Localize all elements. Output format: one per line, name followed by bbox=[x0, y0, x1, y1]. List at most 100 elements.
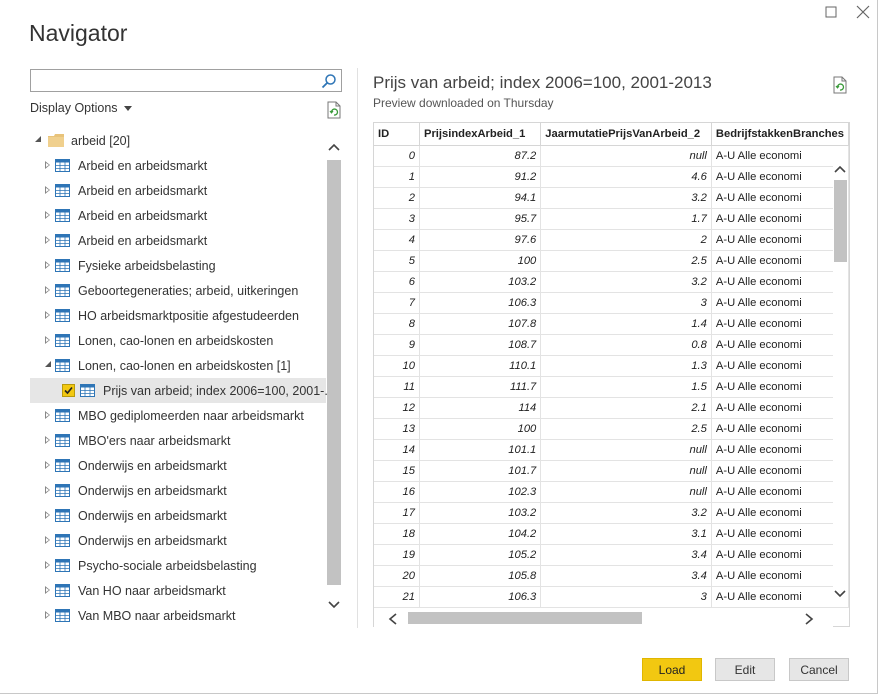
table-cell: 105.2 bbox=[419, 544, 542, 566]
table-vertical-scrollbar[interactable] bbox=[833, 156, 848, 606]
display-options-dropdown[interactable]: Display Options bbox=[30, 101, 132, 115]
expand-icon[interactable] bbox=[45, 436, 50, 444]
table-cell: 3.2 bbox=[540, 271, 712, 293]
table-icon bbox=[55, 459, 70, 472]
table-cell: 2.5 bbox=[540, 250, 712, 272]
expand-icon[interactable] bbox=[45, 261, 50, 269]
tree-item[interactable]: Onderwijs en arbeidsmarkt bbox=[30, 478, 326, 503]
maximize-icon[interactable] bbox=[825, 5, 839, 19]
chevron-up-icon[interactable] bbox=[834, 160, 846, 178]
expand-icon[interactable] bbox=[45, 161, 50, 169]
expand-icon[interactable] bbox=[45, 311, 50, 319]
tree-item[interactable]: MBO'ers naar arbeidsmarkt bbox=[30, 428, 326, 453]
tree-item[interactable]: HO arbeidsmarktpositie afgestudeerden bbox=[30, 303, 326, 328]
tree-item-label: Arbeid en arbeidsmarkt bbox=[78, 183, 208, 198]
tree-root-arbeid[interactable]: arbeid [20] bbox=[30, 128, 326, 153]
table-row: 3 95.7 1.7 A-U Alle economi bbox=[374, 208, 849, 230]
table-cell: 103.2 bbox=[419, 271, 542, 293]
edit-button[interactable]: Edit bbox=[715, 658, 775, 681]
column-header[interactable]: PrijsindexArbeid_1 bbox=[419, 123, 542, 146]
table-cell: 3 bbox=[540, 586, 712, 608]
table-cell: A-U Alle economi bbox=[711, 334, 849, 356]
expand-icon[interactable] bbox=[45, 561, 50, 569]
tree-item[interactable]: Geboortegeneraties; arbeid, uitkeringen bbox=[30, 278, 326, 303]
tree-item[interactable]: Onderwijs en arbeidsmarkt bbox=[30, 453, 326, 478]
expand-icon[interactable] bbox=[45, 461, 50, 469]
checkbox-checked[interactable] bbox=[62, 384, 75, 397]
expand-icon[interactable] bbox=[45, 186, 50, 194]
collapse-icon[interactable] bbox=[45, 361, 51, 367]
expand-icon[interactable] bbox=[45, 286, 50, 294]
table-cell: 14 bbox=[374, 439, 420, 461]
column-header[interactable]: JaarmutatiePrijsVanArbeid_2 bbox=[540, 123, 712, 146]
refresh-icon[interactable] bbox=[326, 101, 342, 119]
tree-item[interactable]: Arbeid en arbeidsmarkt bbox=[30, 228, 326, 253]
column-header[interactable]: BedrijfstakkenBranches bbox=[711, 123, 849, 146]
dialog-title: Navigator bbox=[29, 20, 128, 46]
chevron-down-icon[interactable] bbox=[834, 585, 846, 603]
expand-icon[interactable] bbox=[45, 236, 50, 244]
expand-icon[interactable] bbox=[45, 611, 50, 619]
tree-item-label: Onderwijs en arbeidsmarkt bbox=[78, 533, 227, 548]
tree-item[interactable]: Onderwijs en arbeidsmarkt bbox=[30, 503, 326, 528]
table-cell: A-U Alle economi bbox=[711, 502, 849, 524]
table-row: 14 101.1 null A-U Alle economi bbox=[374, 439, 849, 461]
tree-item[interactable]: MBO gediplomeerden naar arbeidsmarkt bbox=[30, 403, 326, 428]
close-icon[interactable] bbox=[856, 5, 870, 19]
expand-icon[interactable] bbox=[45, 536, 50, 544]
tree-item[interactable]: Arbeid en arbeidsmarkt bbox=[30, 178, 326, 203]
expand-icon[interactable] bbox=[45, 486, 50, 494]
tree-item[interactable]: Lonen, cao-lonen en arbeidskosten [1] bbox=[30, 353, 326, 378]
load-button[interactable]: Load bbox=[642, 658, 702, 681]
table-cell: A-U Alle economi bbox=[711, 397, 849, 419]
table-cell: A-U Alle economi bbox=[711, 271, 849, 293]
expand-icon[interactable] bbox=[45, 336, 50, 344]
table-scroll-thumb[interactable] bbox=[834, 180, 847, 262]
table-cell: 7 bbox=[374, 292, 420, 314]
table-icon bbox=[55, 359, 70, 372]
table-cell: 15 bbox=[374, 460, 420, 482]
tree-item[interactable]: Van HO naar arbeidsmarkt bbox=[30, 578, 326, 603]
tree-scroll-thumb[interactable] bbox=[327, 160, 341, 585]
tree-item[interactable]: Arbeid en arbeidsmarkt bbox=[30, 153, 326, 178]
table-cell: 0 bbox=[374, 145, 420, 167]
tree-item-selected[interactable]: Prijs van arbeid; index 2006=100, 2001-.… bbox=[30, 378, 335, 403]
table-row: 8 107.8 1.4 A-U Alle economi bbox=[374, 313, 849, 335]
tree-item[interactable]: Van MBO naar arbeidsmarkt bbox=[30, 603, 326, 626]
search-input[interactable] bbox=[31, 70, 316, 91]
table-horizontal-scrollbar[interactable] bbox=[374, 609, 833, 627]
chevron-up-icon[interactable] bbox=[327, 140, 341, 154]
table-icon bbox=[55, 584, 70, 597]
search-icon[interactable] bbox=[321, 73, 337, 89]
chevron-left-icon[interactable] bbox=[388, 612, 400, 625]
chevron-down-icon[interactable] bbox=[327, 598, 341, 612]
data-table: ID PrijsindexArbeid_1 JaarmutatiePrijsVa… bbox=[374, 123, 849, 608]
expand-icon[interactable] bbox=[45, 211, 50, 219]
table-cell: 94.1 bbox=[419, 187, 542, 209]
table-icon bbox=[55, 209, 70, 222]
tree-scrollbar[interactable] bbox=[327, 132, 341, 626]
table-cell: 0.8 bbox=[540, 334, 712, 356]
table-icon bbox=[55, 284, 70, 297]
expand-icon[interactable] bbox=[35, 136, 41, 142]
table-cell: 1 bbox=[374, 166, 420, 188]
tree-item-label: Prijs van arbeid; index 2006=100, 2001-.… bbox=[103, 383, 335, 398]
expand-icon[interactable] bbox=[45, 511, 50, 519]
table-cell: 2 bbox=[374, 187, 420, 209]
table-cell: 4.6 bbox=[540, 166, 712, 188]
tree-item[interactable]: Psycho-sociale arbeidsbelasting bbox=[30, 553, 326, 578]
tree-item[interactable]: Fysieke arbeidsbelasting bbox=[30, 253, 326, 278]
chevron-right-icon[interactable] bbox=[804, 612, 816, 625]
expand-icon[interactable] bbox=[45, 411, 50, 419]
tree-item[interactable]: Arbeid en arbeidsmarkt bbox=[30, 203, 326, 228]
expand-icon[interactable] bbox=[45, 586, 50, 594]
table-h-scroll-thumb[interactable] bbox=[408, 612, 642, 624]
refresh-preview-icon[interactable] bbox=[832, 76, 848, 94]
table-icon bbox=[55, 434, 70, 447]
tree-item[interactable]: Onderwijs en arbeidsmarkt bbox=[30, 528, 326, 553]
tree-item[interactable]: Lonen, cao-lonen en arbeidskosten bbox=[30, 328, 326, 353]
column-header[interactable]: ID bbox=[374, 123, 420, 146]
table-cell: A-U Alle economi bbox=[711, 376, 849, 398]
tree-item-label: Psycho-sociale arbeidsbelasting bbox=[78, 558, 257, 573]
cancel-button[interactable]: Cancel bbox=[789, 658, 849, 681]
